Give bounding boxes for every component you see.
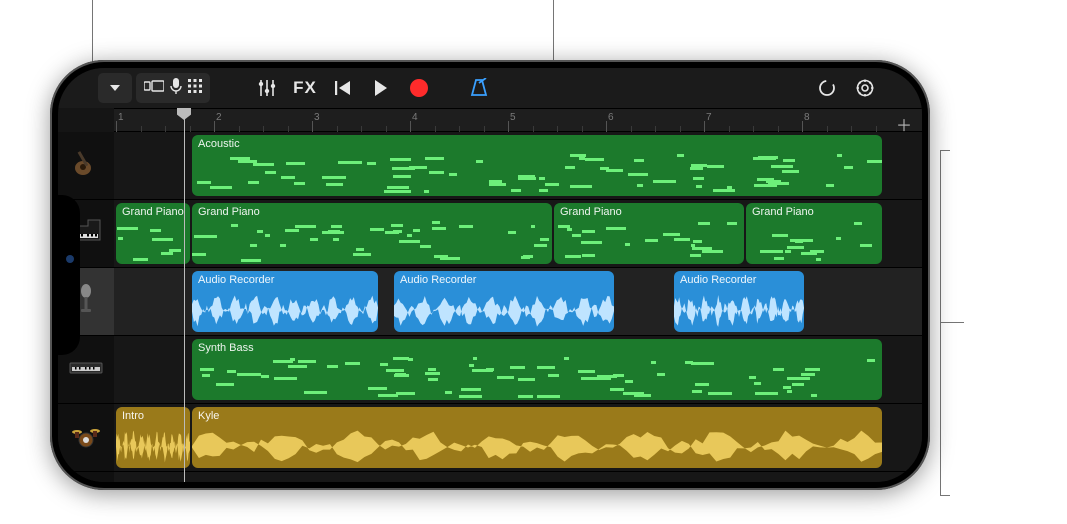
waveform-content [394, 289, 614, 332]
midi-content [116, 221, 190, 264]
region-label: Audio Recorder [192, 271, 378, 289]
bar-number: 8 [804, 112, 810, 123]
region-label: Grand Piano [116, 203, 190, 221]
microphone-icon[interactable] [170, 78, 182, 98]
record-icon [410, 79, 428, 97]
add-section-button[interactable]: ＋ [896, 112, 912, 136]
midi-content [192, 153, 882, 196]
region[interactable]: Audio Recorder [394, 271, 614, 332]
ruler[interactable]: 1 2 3 4 5 6 7 8 [114, 108, 922, 132]
skip-back-icon [335, 81, 351, 95]
region-label: Audio Recorder [674, 271, 804, 289]
region[interactable]: Grand Piano [554, 203, 744, 264]
region-label: Grand Piano [554, 203, 744, 221]
gear-icon [855, 78, 875, 98]
metronome-icon [469, 78, 489, 98]
sections-icon[interactable] [144, 79, 164, 97]
phone-frame: FX 1 2 3 4 5 6 7 8 ＋ [50, 60, 930, 490]
bar-number: 7 [706, 112, 712, 123]
track-lane[interactable]: Synth Bass [114, 336, 922, 404]
track-lane[interactable]: Acoustic [114, 132, 922, 200]
waveform-content [192, 425, 882, 468]
callout-tick [940, 322, 964, 323]
region[interactable]: Kyle [192, 407, 882, 468]
track-header[interactable] [58, 132, 114, 200]
region-label: Synth Bass [192, 339, 882, 357]
region-label: Grand Piano [746, 203, 882, 221]
toolbar: FX [58, 68, 922, 108]
region-label: Kyle [192, 407, 882, 425]
region[interactable]: Grand Piano [192, 203, 552, 264]
waveform-content [116, 425, 190, 468]
tracks-area[interactable]: AcousticGrand PianoGrand PianoGrand Pian… [114, 132, 922, 482]
region[interactable]: Grand Piano [746, 203, 882, 264]
guitar-icon [71, 148, 101, 184]
grid-icon[interactable] [188, 79, 202, 97]
region[interactable]: Intro [116, 407, 190, 468]
midi-content [554, 221, 744, 264]
metronome-button[interactable] [462, 73, 496, 103]
bar-number: 6 [608, 112, 614, 123]
bar-number: 3 [314, 112, 320, 123]
play-icon [374, 80, 388, 96]
track-header[interactable] [58, 404, 114, 472]
play-button[interactable] [364, 73, 398, 103]
waveform-content [192, 289, 378, 332]
notch [58, 195, 80, 355]
midi-content [192, 357, 882, 400]
bar-number: 2 [216, 112, 222, 123]
loop-icon [817, 78, 837, 98]
drums-icon [69, 422, 103, 454]
nav-menu-button[interactable] [98, 73, 132, 103]
view-group [136, 73, 210, 103]
midi-content [192, 221, 552, 264]
loop-button[interactable] [810, 73, 844, 103]
track-lane[interactable]: Grand PianoGrand PianoGrand PianoGrand P… [114, 200, 922, 268]
bar-number: 5 [510, 112, 516, 123]
callout-tick [940, 495, 950, 496]
record-button[interactable] [402, 73, 436, 103]
track-lane[interactable]: Audio Recorder Audio Recorder Audio Record… [114, 268, 922, 336]
region[interactable]: Grand Piano [116, 203, 190, 264]
region-label: Audio Recorder [394, 271, 614, 289]
region[interactable]: Audio Recorder [674, 271, 804, 332]
keyboard-icon [69, 357, 103, 383]
track-lane[interactable]: IntroKyle [114, 404, 922, 472]
callout-tick [940, 150, 950, 151]
screen: FX 1 2 3 4 5 6 7 8 ＋ [58, 68, 922, 482]
chevron-down-icon [108, 81, 122, 95]
bar-number: 4 [412, 112, 418, 123]
region[interactable]: Audio Recorder [192, 271, 378, 332]
bar-number: 1 [118, 112, 124, 123]
region-label: Acoustic [192, 135, 882, 153]
playhead[interactable] [184, 108, 185, 482]
region[interactable]: Synth Bass [192, 339, 882, 400]
region-label: Grand Piano [192, 203, 552, 221]
sliders-icon [257, 79, 277, 97]
settings-button[interactable] [848, 73, 882, 103]
waveform-content [674, 289, 804, 332]
fx-button[interactable]: FX [288, 73, 322, 103]
mixer-button[interactable] [250, 73, 284, 103]
go-to-start-button[interactable] [326, 73, 360, 103]
region-label: Intro [116, 407, 190, 425]
region[interactable]: Acoustic [192, 135, 882, 196]
midi-content [746, 221, 882, 264]
